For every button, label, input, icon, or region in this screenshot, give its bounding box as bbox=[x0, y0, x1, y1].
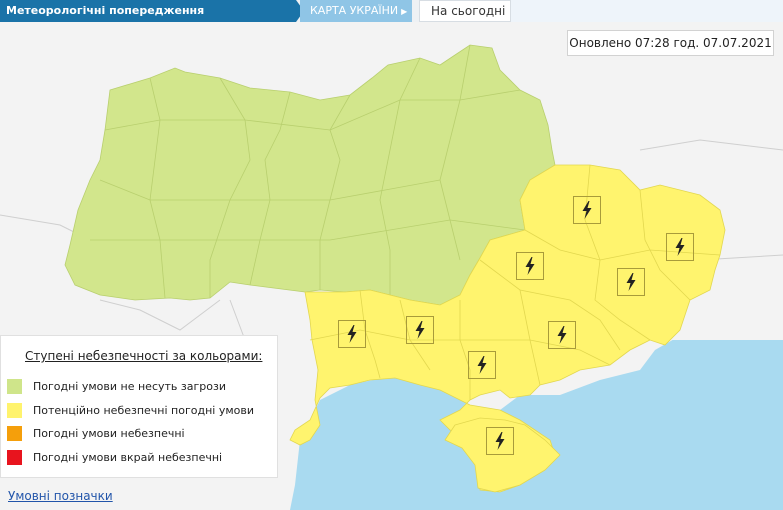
updated-timestamp: Оновлено 07:28 год. 07.07.2021 bbox=[567, 30, 774, 56]
tab-today[interactable]: На сьогодні bbox=[419, 0, 511, 22]
legend-symbols-link[interactable]: Умовні позначки bbox=[8, 489, 113, 503]
legend-label: Погодні умови небезпечні bbox=[33, 427, 185, 440]
legend-swatch bbox=[7, 450, 22, 465]
legend-label: Погодні умови вкрай небезпечні bbox=[33, 451, 223, 464]
app-title: Метеорологічні попередження bbox=[0, 0, 304, 22]
legend-swatch bbox=[7, 379, 22, 394]
legend-swatch bbox=[7, 403, 22, 418]
play-arrow-icon: ▶ bbox=[401, 7, 408, 16]
top-bar: Метеорологічні попередження КАРТА УКРАЇН… bbox=[0, 0, 783, 22]
legend-swatch bbox=[7, 426, 22, 441]
legend-label: Погодні умови не несуть загрози bbox=[33, 380, 226, 393]
legend-title: Ступені небезпечності за кольорами: bbox=[25, 349, 263, 363]
legend-panel: Ступені небезпечності за кольорами: Пого… bbox=[0, 335, 278, 478]
tab-map-label: КАРТА УКРАЇНИ bbox=[310, 4, 399, 17]
tab-bar-filler bbox=[511, 0, 783, 22]
legend-label: Потенційно небезпечні погодні умови bbox=[33, 404, 254, 417]
tab-map-of-ukraine[interactable]: КАРТА УКРАЇНИ ▶ bbox=[300, 0, 412, 22]
